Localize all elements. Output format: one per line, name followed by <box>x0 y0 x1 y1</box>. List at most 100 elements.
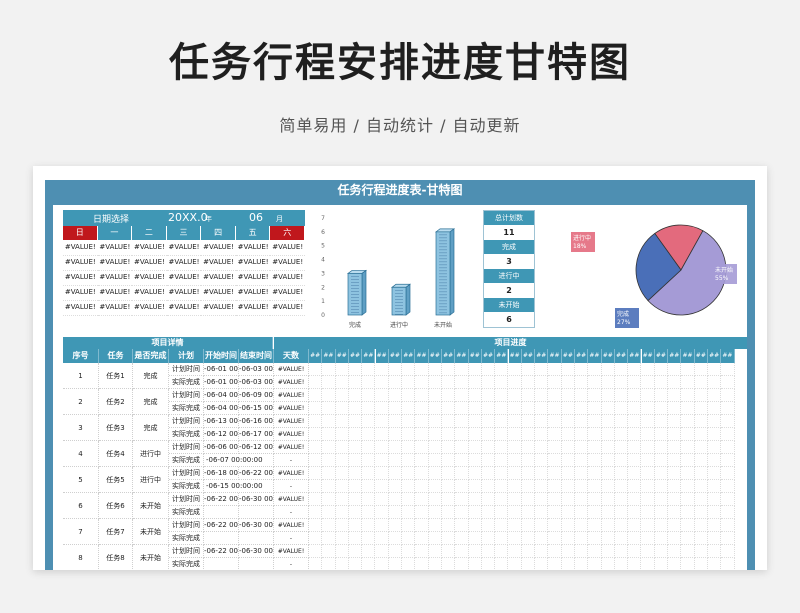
task-name[interactable]: 任务2 <box>99 389 133 415</box>
progress-cell <box>628 519 642 532</box>
start-time[interactable] <box>204 532 239 545</box>
calendar-day-cell[interactable]: #VALUE! <box>166 270 202 286</box>
end-time[interactable]: -06-15 00: <box>239 402 274 415</box>
calendar-day-cell[interactable]: #VALUE! <box>63 300 98 316</box>
calendar-day-cell[interactable]: #VALUE! <box>132 285 167 301</box>
calendar-day-cell[interactable]: #VALUE! <box>201 255 236 271</box>
end-time[interactable]: -06-30 00: <box>239 545 274 558</box>
task-name[interactable]: 任务1 <box>99 363 133 389</box>
end-time[interactable]: -06-30 00: <box>239 493 274 506</box>
progress-cell <box>654 506 669 519</box>
calendar-day-cell[interactable]: #VALUE! <box>63 285 98 301</box>
start-time[interactable]: -06-22 00: <box>204 493 239 506</box>
progress-cell <box>442 545 456 558</box>
task-name[interactable]: 任务4 <box>99 441 133 467</box>
end-time[interactable]: -06-30 00: <box>239 519 274 532</box>
start-time[interactable]: -06-06 00: <box>204 441 239 454</box>
end-time[interactable] <box>239 506 274 519</box>
progress-cell <box>468 389 482 402</box>
start-time[interactable]: -06-04 00: <box>204 389 239 402</box>
start-time[interactable]: -06-07 00:00:00 <box>204 454 274 467</box>
year-value[interactable]: 20XX.0 <box>168 211 208 224</box>
progress-cell <box>388 532 403 545</box>
start-time[interactable] <box>204 558 239 570</box>
calendar-day-cell[interactable]: #VALUE! <box>97 285 133 301</box>
end-time[interactable]: -06-16 00: <box>239 415 274 428</box>
end-time[interactable]: -06-09 00: <box>239 389 274 402</box>
progress-cell <box>508 519 522 532</box>
start-time[interactable]: -06-13 00: <box>204 415 239 428</box>
progress-cell <box>388 519 403 532</box>
progress-cell <box>508 506 522 519</box>
calendar-day-cell[interactable]: #VALUE! <box>166 300 202 316</box>
calendar-day-cell[interactable]: #VALUE! <box>97 255 133 271</box>
calendar-day-cell[interactable]: #VALUE! <box>132 270 167 286</box>
month-value[interactable]: 06 <box>249 211 263 224</box>
calendar-day-cell[interactable]: #VALUE! <box>235 285 271 301</box>
task-name[interactable]: 任务3 <box>99 415 133 441</box>
task-status[interactable]: 完成 <box>133 389 169 415</box>
calendar-day-cell[interactable]: #VALUE! <box>97 270 133 286</box>
start-time[interactable]: -06-04 00: <box>204 402 239 415</box>
calendar-day-cell[interactable]: #VALUE! <box>235 300 271 316</box>
calendar-week-row: #VALUE! #VALUE! #VALUE! #VALUE! #VALUE! #VALU… <box>63 285 305 301</box>
progress-cell <box>614 389 629 402</box>
end-time[interactable]: -06-03 00: <box>239 376 274 389</box>
calendar-day-cell[interactable]: #VALUE! <box>270 300 305 316</box>
end-time[interactable]: -06-22 00: <box>239 467 274 480</box>
end-time[interactable] <box>239 558 274 570</box>
calendar-day-cell[interactable]: #VALUE! <box>201 300 236 316</box>
task-name[interactable]: 任务6 <box>99 493 133 519</box>
task-name[interactable]: 任务5 <box>99 467 133 493</box>
calendar-day-cell[interactable]: #VALUE! <box>235 240 271 256</box>
calendar-day-cell[interactable]: #VALUE! <box>201 240 236 256</box>
start-time[interactable]: -06-01 00: <box>204 376 239 389</box>
end-time[interactable]: -06-12 00: <box>239 441 274 454</box>
task-name[interactable]: 任务8 <box>99 545 133 570</box>
calendar-day-cell[interactable]: #VALUE! <box>270 270 305 286</box>
calendar-day-cell[interactable]: #VALUE! <box>63 240 98 256</box>
start-time[interactable]: -06-12 00: <box>204 428 239 441</box>
end-time[interactable]: -06-03 00: <box>239 363 274 376</box>
calendar-day-cell[interactable]: #VALUE! <box>132 300 167 316</box>
progress-cell <box>442 441 456 454</box>
calendar-day-cell[interactable]: #VALUE! <box>270 255 305 271</box>
calendar-day-cell[interactable]: #VALUE! <box>166 240 202 256</box>
progress-cell <box>455 376 469 389</box>
start-time[interactable]: -06-15 00:00:00 <box>204 480 274 493</box>
calendar-day-cell[interactable]: #VALUE! <box>97 300 133 316</box>
task-status[interactable]: 进行中 <box>133 441 169 467</box>
progress-cell <box>575 493 589 506</box>
start-time[interactable]: -06-22 00: <box>204 519 239 532</box>
end-time[interactable]: -06-17 00: <box>239 428 274 441</box>
start-time[interactable]: -06-01 00: <box>204 363 239 376</box>
task-status[interactable]: 未开始 <box>133 493 169 519</box>
calendar-day-cell[interactable]: #VALUE! <box>132 240 167 256</box>
calendar-day-cell[interactable]: #VALUE! <box>201 285 236 301</box>
end-time[interactable] <box>239 532 274 545</box>
task-status[interactable]: 未开始 <box>133 545 169 570</box>
calendar-day-cell[interactable]: #VALUE! <box>97 240 133 256</box>
calendar-day-cell[interactable]: #VALUE! <box>166 285 202 301</box>
start-time[interactable]: -06-18 00: <box>204 467 239 480</box>
calendar-day-cell[interactable]: #VALUE! <box>166 255 202 271</box>
calendar-day-cell[interactable]: #VALUE! <box>270 285 305 301</box>
calendar-day-cell[interactable]: #VALUE! <box>235 270 271 286</box>
calendar-day-cell[interactable]: #VALUE! <box>270 240 305 256</box>
calendar-day-cell[interactable]: #VALUE! <box>132 255 167 271</box>
calendar-day-cell[interactable]: #VALUE! <box>201 270 236 286</box>
start-time[interactable] <box>204 506 239 519</box>
calendar-day-cell[interactable]: #VALUE! <box>63 255 98 271</box>
task-status[interactable]: 进行中 <box>133 467 169 493</box>
task-status[interactable]: 完成 <box>133 363 169 389</box>
task-status[interactable]: 完成 <box>133 415 169 441</box>
calendar-day-cell[interactable]: #VALUE! <box>63 270 98 286</box>
row-number: 7 <box>63 519 99 545</box>
progress-cell <box>375 428 389 441</box>
start-time[interactable]: -06-22 00: <box>204 545 239 558</box>
task-status[interactable]: 未开始 <box>133 519 169 545</box>
task-name[interactable]: 任务7 <box>99 519 133 545</box>
calendar-day-cell[interactable]: #VALUE! <box>235 255 271 271</box>
progress-cell <box>708 493 722 506</box>
progress-cell <box>322 545 336 558</box>
